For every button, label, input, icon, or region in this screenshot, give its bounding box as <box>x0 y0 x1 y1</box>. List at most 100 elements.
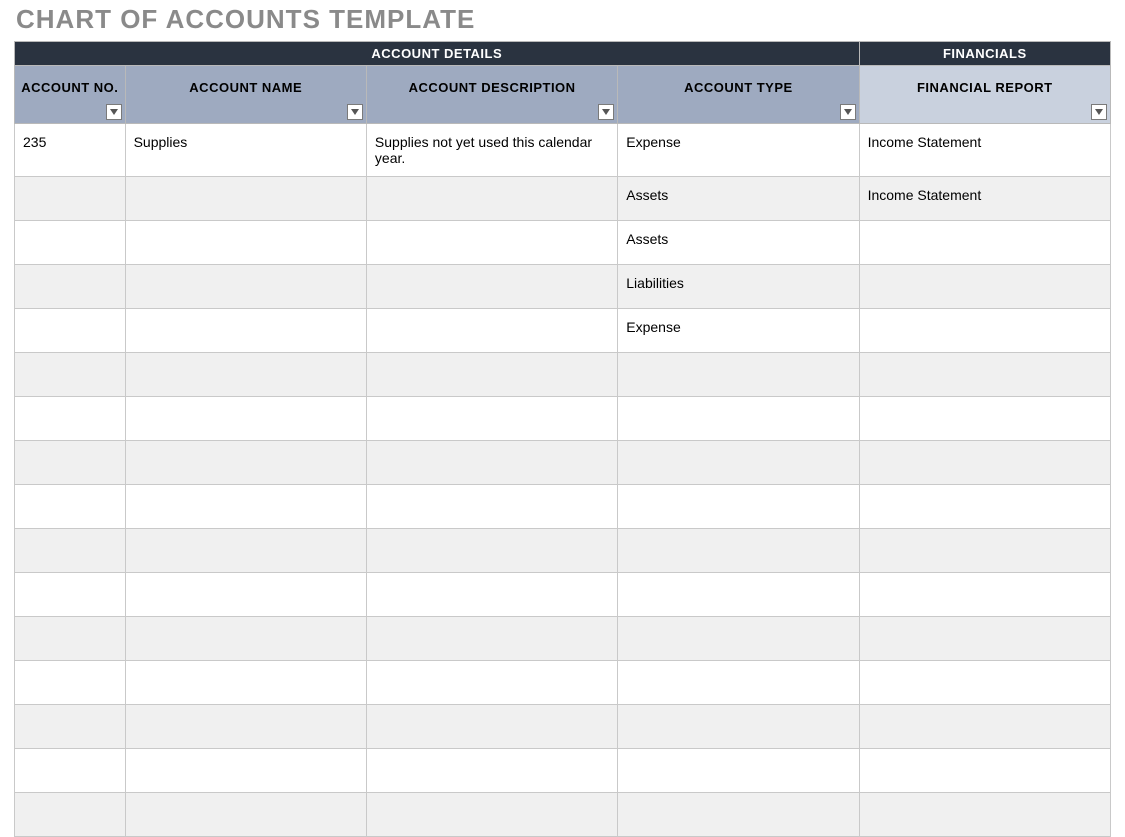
chevron-down-icon <box>1095 109 1103 115</box>
cell-name[interactable] <box>125 309 366 353</box>
chevron-down-icon <box>844 109 852 115</box>
cell-name[interactable] <box>125 793 366 837</box>
cell-name[interactable] <box>125 661 366 705</box>
cell-no[interactable] <box>15 485 126 529</box>
column-header-account-description: ACCOUNT DESCRIPTION <box>366 66 617 124</box>
chevron-down-icon <box>351 109 359 115</box>
cell-type[interactable] <box>618 573 859 617</box>
table-row <box>15 749 1111 793</box>
filter-button-account-no[interactable] <box>106 104 122 120</box>
cell-report[interactable] <box>859 573 1110 617</box>
cell-report[interactable] <box>859 221 1110 265</box>
filter-button-account-type[interactable] <box>840 104 856 120</box>
column-header-account-type: ACCOUNT TYPE <box>618 66 859 124</box>
cell-name[interactable] <box>125 529 366 573</box>
cell-desc[interactable] <box>366 177 617 221</box>
cell-type[interactable] <box>618 485 859 529</box>
cell-no[interactable] <box>15 617 126 661</box>
cell-desc[interactable]: Supplies not yet used this calendar year… <box>366 124 617 177</box>
cell-desc[interactable] <box>366 749 617 793</box>
cell-desc[interactable] <box>366 661 617 705</box>
cell-no[interactable] <box>15 793 126 837</box>
cell-report[interactable] <box>859 441 1110 485</box>
cell-name[interactable] <box>125 177 366 221</box>
cell-no[interactable] <box>15 749 126 793</box>
cell-report[interactable] <box>859 353 1110 397</box>
column-header-financial-report: FINANCIAL REPORT <box>859 66 1110 124</box>
cell-type[interactable] <box>618 353 859 397</box>
cell-no[interactable] <box>15 661 126 705</box>
cell-no[interactable]: 235 <box>15 124 126 177</box>
cell-no[interactable] <box>15 397 126 441</box>
cell-report[interactable] <box>859 485 1110 529</box>
cell-type[interactable]: Expense <box>618 124 859 177</box>
cell-report[interactable] <box>859 793 1110 837</box>
cell-desc[interactable] <box>366 573 617 617</box>
cell-no[interactable] <box>15 705 126 749</box>
filter-button-financial-report[interactable] <box>1091 104 1107 120</box>
cell-desc[interactable] <box>366 485 617 529</box>
cell-desc[interactable] <box>366 441 617 485</box>
cell-name[interactable] <box>125 353 366 397</box>
cell-name[interactable]: Supplies <box>125 124 366 177</box>
cell-report[interactable] <box>859 749 1110 793</box>
cell-no[interactable] <box>15 441 126 485</box>
filter-button-account-description[interactable] <box>598 104 614 120</box>
cell-no[interactable] <box>15 353 126 397</box>
cell-name[interactable] <box>125 441 366 485</box>
table-row <box>15 617 1111 661</box>
cell-desc[interactable] <box>366 529 617 573</box>
cell-desc[interactable] <box>366 793 617 837</box>
table-row: Expense <box>15 309 1111 353</box>
cell-type[interactable]: Expense <box>618 309 859 353</box>
cell-type[interactable]: Liabilities <box>618 265 859 309</box>
cell-report[interactable] <box>859 529 1110 573</box>
cell-type[interactable] <box>618 617 859 661</box>
cell-desc[interactable] <box>366 705 617 749</box>
cell-no[interactable] <box>15 177 126 221</box>
cell-report[interactable] <box>859 617 1110 661</box>
cell-report[interactable]: Income Statement <box>859 124 1110 177</box>
cell-name[interactable] <box>125 397 366 441</box>
chevron-down-icon <box>602 109 610 115</box>
cell-name[interactable] <box>125 265 366 309</box>
cell-type[interactable] <box>618 529 859 573</box>
group-header-account-details: ACCOUNT DETAILS <box>15 42 860 66</box>
cell-desc[interactable] <box>366 353 617 397</box>
cell-type[interactable] <box>618 661 859 705</box>
column-header-label: ACCOUNT NAME <box>189 80 302 95</box>
cell-no[interactable] <box>15 309 126 353</box>
cell-no[interactable] <box>15 221 126 265</box>
table-row <box>15 529 1111 573</box>
cell-no[interactable] <box>15 573 126 617</box>
cell-report[interactable] <box>859 661 1110 705</box>
cell-report[interactable] <box>859 397 1110 441</box>
cell-no[interactable] <box>15 529 126 573</box>
cell-desc[interactable] <box>366 265 617 309</box>
cell-name[interactable] <box>125 705 366 749</box>
cell-type[interactable] <box>618 441 859 485</box>
cell-desc[interactable] <box>366 309 617 353</box>
chevron-down-icon <box>110 109 118 115</box>
cell-type[interactable] <box>618 397 859 441</box>
cell-desc[interactable] <box>366 617 617 661</box>
cell-report[interactable]: Income Statement <box>859 177 1110 221</box>
cell-name[interactable] <box>125 617 366 661</box>
cell-name[interactable] <box>125 221 366 265</box>
table-row <box>15 793 1111 837</box>
cell-name[interactable] <box>125 749 366 793</box>
cell-desc[interactable] <box>366 397 617 441</box>
cell-name[interactable] <box>125 485 366 529</box>
cell-type[interactable]: Assets <box>618 221 859 265</box>
cell-type[interactable] <box>618 705 859 749</box>
cell-desc[interactable] <box>366 221 617 265</box>
cell-name[interactable] <box>125 573 366 617</box>
filter-button-account-name[interactable] <box>347 104 363 120</box>
cell-type[interactable] <box>618 793 859 837</box>
cell-report[interactable] <box>859 309 1110 353</box>
cell-no[interactable] <box>15 265 126 309</box>
cell-report[interactable] <box>859 265 1110 309</box>
cell-type[interactable]: Assets <box>618 177 859 221</box>
cell-type[interactable] <box>618 749 859 793</box>
cell-report[interactable] <box>859 705 1110 749</box>
